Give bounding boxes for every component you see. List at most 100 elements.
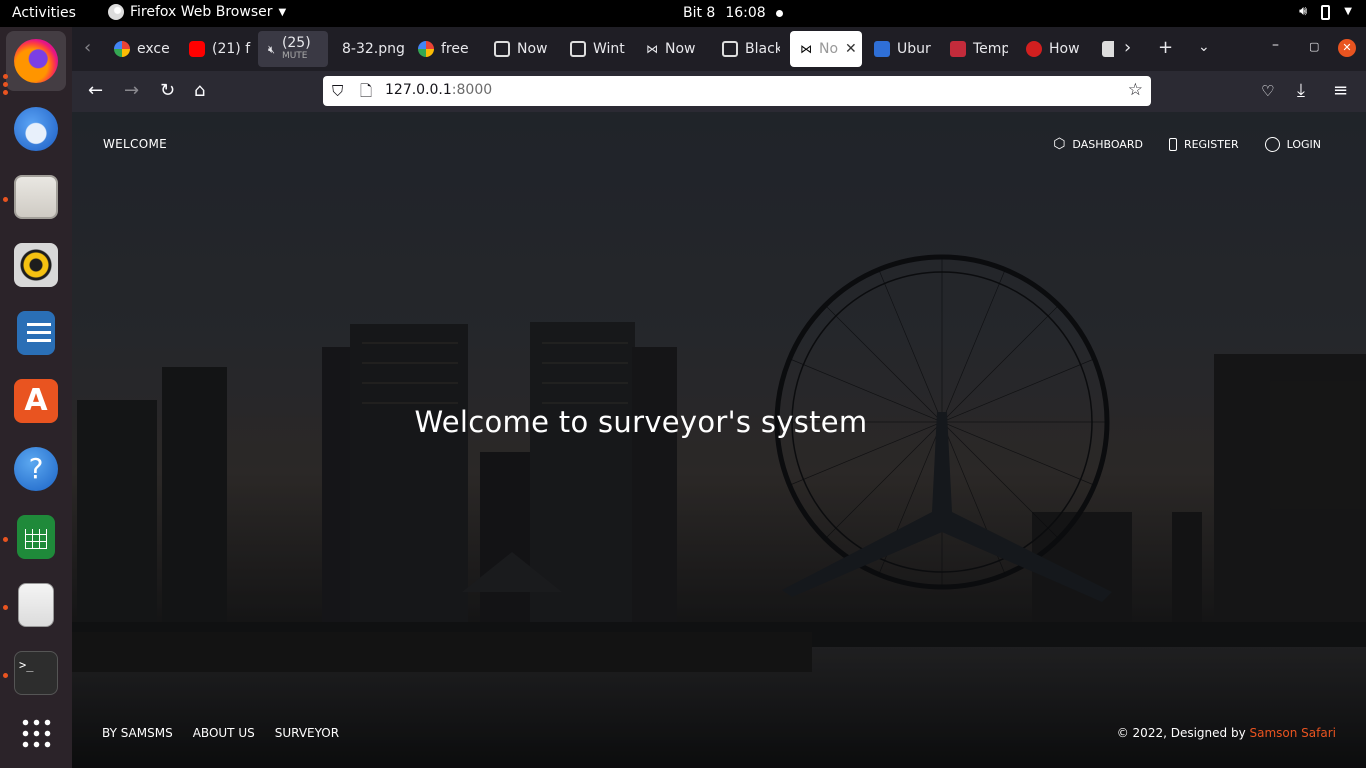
dock-firefox[interactable] — [6, 31, 66, 91]
close-tab-icon[interactable]: ✕ — [845, 41, 857, 57]
nav-dashboard[interactable]: ⬡ DASHBOARD — [1053, 136, 1143, 152]
list-tabs-icon[interactable]: ⌄ — [1198, 39, 1210, 55]
activities-button[interactable]: Activities — [12, 5, 76, 21]
rhythmbox-icon — [14, 243, 58, 287]
clock-time: 16:08 — [725, 5, 766, 21]
youtube-icon — [189, 41, 205, 57]
copyright-author-link[interactable]: Samson Safari — [1250, 726, 1337, 740]
scroll-tabs-left-icon[interactable]: ‹ — [84, 37, 91, 58]
tab-title: Ubur — [897, 41, 931, 57]
url-host: 127.0.0.1 — [385, 82, 452, 98]
dock-thunderbird[interactable] — [6, 99, 66, 159]
dock-app-center[interactable]: A — [6, 371, 66, 431]
tab-title: Temp — [973, 41, 1008, 57]
help-icon: ? — [14, 447, 58, 491]
page-info-icon[interactable]: 🗋︎ — [360, 81, 372, 106]
tab[interactable]: Black — [712, 31, 780, 67]
tab[interactable]: free — [408, 31, 476, 67]
tab-subtitle: MUTE — [281, 51, 308, 61]
footer-link-by-samsms[interactable]: BY SAMSMS — [102, 726, 173, 740]
dock: A ? >_ — [0, 27, 72, 768]
notion-icon — [722, 41, 738, 57]
hero-title: Welcome to surveyor's system — [414, 405, 868, 439]
tab[interactable]: Ubur — [864, 31, 932, 67]
bow-tie-icon: ⋈ — [646, 42, 658, 56]
app-menu[interactable]: Firefox Web Browser ▼ — [108, 4, 286, 20]
url-bar[interactable]: ⛉ 🗋︎ 127.0.0.1:8000 ☆ — [323, 76, 1151, 106]
cube-icon: ⬡ — [1053, 136, 1066, 152]
home-icon[interactable]: ⌂ — [194, 81, 205, 101]
tab-selected[interactable]: ⋈ No ✕ — [790, 31, 862, 67]
footer-link-surveyor[interactable]: SURVEYOR — [275, 726, 339, 740]
dock-help[interactable]: ? — [6, 439, 66, 499]
back-icon[interactable]: ← — [88, 81, 103, 101]
tab[interactable]: (21) f — [179, 31, 255, 67]
dark-overlay — [72, 112, 1366, 768]
writer-icon — [17, 311, 55, 355]
site-nav: ⬡ DASHBOARD REGISTER LOGIN — [1053, 136, 1321, 152]
tab[interactable] — [1092, 31, 1114, 67]
copyright-text: © 2022, Designed by — [1116, 726, 1250, 740]
nav-login[interactable]: LOGIN — [1264, 136, 1321, 152]
pocket-icon[interactable]: ♡ — [1261, 81, 1274, 101]
text-editor-icon — [18, 583, 54, 627]
app-center-icon: A — [14, 379, 58, 423]
tab-title: (21) f — [212, 41, 251, 57]
dock-files[interactable] — [6, 167, 66, 227]
tab-bar: ‹ exce (21) f 🔇︎ (25) MUTE 8-32.png free… — [72, 27, 1366, 71]
downloads-icon[interactable]: ⤓ — [1297, 81, 1305, 101]
dock-text-editor[interactable] — [6, 575, 66, 635]
system-top-bar: Activities Firefox Web Browser ▼ Bit 8 1… — [0, 0, 1366, 27]
dock-libreoffice-calc[interactable] — [6, 507, 66, 567]
tab[interactable]: Temp — [940, 31, 1008, 67]
footer-link-about-us[interactable]: ABOUT US — [193, 726, 255, 740]
tab-title: 8-32.png — [342, 41, 405, 57]
app-menu-label: Firefox Web Browser — [130, 4, 273, 20]
minimize-icon[interactable]: – — [1272, 37, 1279, 53]
system-tray[interactable]: 🔊︎ ▼ — [1299, 4, 1352, 20]
tab-title: How — [1049, 41, 1080, 57]
new-tab-icon[interactable]: + — [1158, 37, 1173, 58]
tab[interactable]: Now — [484, 31, 552, 67]
clock[interactable]: Bit 8 16:08 — [683, 5, 783, 21]
dock-terminal[interactable]: >_ — [6, 643, 66, 703]
running-indicator — [3, 197, 8, 202]
dock-libreoffice-writer[interactable] — [6, 303, 66, 363]
close-window-icon[interactable]: ✕ — [1338, 39, 1356, 57]
maximize-icon[interactable]: ▢ — [1309, 40, 1319, 53]
google-icon — [114, 41, 130, 57]
tab-muted[interactable]: 🔇︎ (25) MUTE — [258, 31, 328, 67]
notion-icon — [570, 41, 586, 57]
generic-page-icon — [1102, 41, 1114, 57]
reload-icon[interactable]: ↻ — [160, 81, 175, 101]
battery-icon — [1321, 5, 1331, 20]
bookmark-star-icon[interactable]: ☆ — [1128, 80, 1143, 100]
shield-icon[interactable]: ⛉ — [332, 82, 343, 100]
tab-title: Now — [517, 41, 548, 57]
dock-show-apps[interactable] — [6, 703, 66, 763]
web-page: WELCOME ⬡ DASHBOARD REGISTER LOGIN Welco… — [72, 112, 1366, 768]
nav-register-label: REGISTER — [1183, 137, 1239, 151]
menu-icon[interactable]: ≡ — [1333, 81, 1348, 101]
volume-icon: 🔊︎ — [1299, 4, 1308, 19]
tab[interactable]: ⋈ Now — [636, 31, 704, 67]
notion-icon — [494, 41, 510, 57]
nav-register[interactable]: REGISTER — [1168, 136, 1239, 152]
running-indicator — [3, 537, 8, 542]
red-circle-icon — [1026, 41, 1042, 57]
tab[interactable]: How — [1016, 31, 1084, 67]
tab-title: exce — [137, 41, 170, 57]
forward-icon[interactable]: → — [124, 81, 139, 101]
url-port: :8000 — [451, 82, 493, 98]
caret-down-icon: ▼ — [278, 6, 287, 18]
bow-tie-icon: ⋈ — [800, 42, 812, 56]
running-indicator — [3, 82, 8, 87]
site-brand[interactable]: WELCOME — [103, 137, 167, 151]
terminal-prompt: >_ — [19, 658, 34, 672]
user-circle-icon — [1264, 136, 1280, 152]
scroll-tabs-right-icon[interactable]: › — [1124, 37, 1131, 58]
dock-rhythmbox[interactable] — [6, 235, 66, 295]
tab[interactable]: 8-32.png — [332, 31, 412, 67]
running-indicator — [3, 74, 8, 79]
tab[interactable]: Wint — [560, 31, 628, 67]
